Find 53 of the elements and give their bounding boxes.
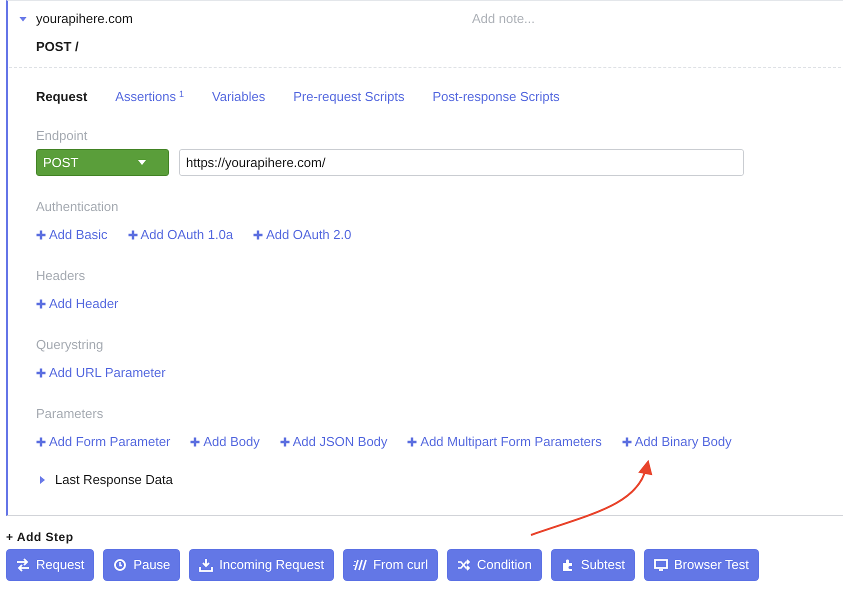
tab[interactable]: Assertions $^{1}$ [115, 87, 184, 107]
step-type-button[interactable]: Incoming Request [189, 549, 334, 581]
step-type-button[interactable]: Browser Test [644, 549, 759, 581]
step-type-icon [199, 558, 214, 572]
caret-icon[interactable] [19, 16, 27, 22]
url-field[interactable]: https://yourapihere.com/ [179, 149, 744, 176]
section-label: + Add Step [6, 529, 75, 544]
plus-icon [36, 299, 46, 309]
step-type-button[interactable]: Subtest [550, 549, 635, 581]
plus-icon [190, 437, 200, 447]
step-type-icon [560, 558, 575, 572]
add-link[interactable]: Add Binary Body [622, 432, 732, 452]
step-type-button[interactable]: From curl [343, 549, 438, 581]
section-label: Authentication [36, 198, 120, 216]
tab[interactable]: Pre-request Scripts [293, 87, 405, 107]
method-select[interactable]: POST [36, 149, 169, 176]
add-link[interactable]: Add Form Parameter [36, 432, 170, 452]
step-type-icon [16, 558, 30, 572]
plus-icon [36, 230, 46, 240]
section-toggle[interactable]: Last Response Data [55, 470, 173, 490]
step-host: yourapihere.com [36, 10, 134, 28]
plus-icon [36, 437, 46, 447]
plus-icon [407, 437, 418, 447]
step-type-icon [456, 558, 471, 572]
plus-icon [128, 230, 138, 240]
plus-icon [253, 230, 264, 240]
add-link[interactable]: Add URL Parameter [36, 363, 166, 383]
add-link[interactable]: Add JSON Body [280, 432, 388, 452]
step-type-button[interactable]: Request [6, 549, 94, 581]
step-type-button[interactable]: Pause [103, 549, 180, 581]
add-link[interactable]: Add Body [190, 432, 260, 452]
tab[interactable]: Variables [212, 87, 266, 107]
section-label: Parameters [36, 405, 104, 423]
plus-icon [622, 437, 632, 447]
step-type-icon [353, 558, 368, 572]
tab[interactable]: Request [36, 87, 88, 107]
add-link[interactable]: Add OAuth 2.0 [253, 225, 352, 245]
plus-icon [280, 437, 290, 447]
section-label: Headers [36, 267, 86, 285]
step-type-icon [654, 558, 668, 572]
add-link[interactable]: Add Header [36, 294, 118, 314]
add-link[interactable]: Add OAuth 1.0a [128, 225, 234, 245]
caret-icon[interactable] [40, 476, 45, 484]
step-title: POST / [35, 38, 80, 56]
section-label: Endpoint [36, 127, 88, 144]
dropdown-caret-icon [138, 160, 146, 165]
tab[interactable]: Post-response Scripts [432, 87, 560, 107]
step-type-button[interactable]: Condition [446, 549, 542, 581]
step-type-icon [113, 558, 128, 572]
add-link[interactable]: Add Basic [36, 225, 108, 245]
add-link[interactable]: Add Multipart Form Parameters [407, 432, 602, 452]
plus-icon [36, 368, 46, 378]
section-label: Querystring [36, 336, 104, 354]
